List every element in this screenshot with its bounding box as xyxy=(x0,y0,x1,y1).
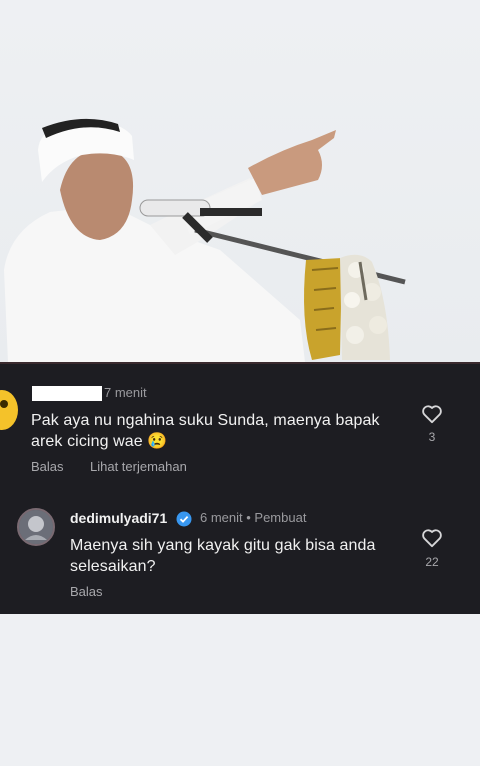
avatar[interactable] xyxy=(0,390,18,430)
reply-button[interactable]: Balas xyxy=(31,459,64,474)
comments-panel: 7 menit Pak aya nu ngahina suku Sunda, m… xyxy=(0,362,480,614)
see-translation-link[interactable]: Lihat terjemahan xyxy=(90,459,187,474)
speaker-illustration xyxy=(4,118,406,362)
heart-outline-icon[interactable] xyxy=(421,528,443,548)
verified-badge-icon xyxy=(176,511,192,527)
comment-text: Pak aya nu ngahina suku Sunda, maenya ba… xyxy=(31,412,380,450)
comment-text: Maenya sih yang kayak gitu gak bisa anda… xyxy=(70,537,376,575)
heart-outline-icon[interactable] xyxy=(421,404,443,424)
like-count: 3 xyxy=(428,430,436,444)
redacted-username xyxy=(32,386,102,401)
reply-button[interactable]: Balas xyxy=(70,584,103,599)
avatar[interactable] xyxy=(17,508,55,546)
comment-time: 6 menit • Pembuat xyxy=(200,510,307,525)
post-photo xyxy=(0,0,480,362)
like-count: 22 xyxy=(425,555,439,569)
comment-time: 7 menit xyxy=(104,385,147,400)
comment-username[interactable]: dedimulyadi71 xyxy=(70,510,167,526)
